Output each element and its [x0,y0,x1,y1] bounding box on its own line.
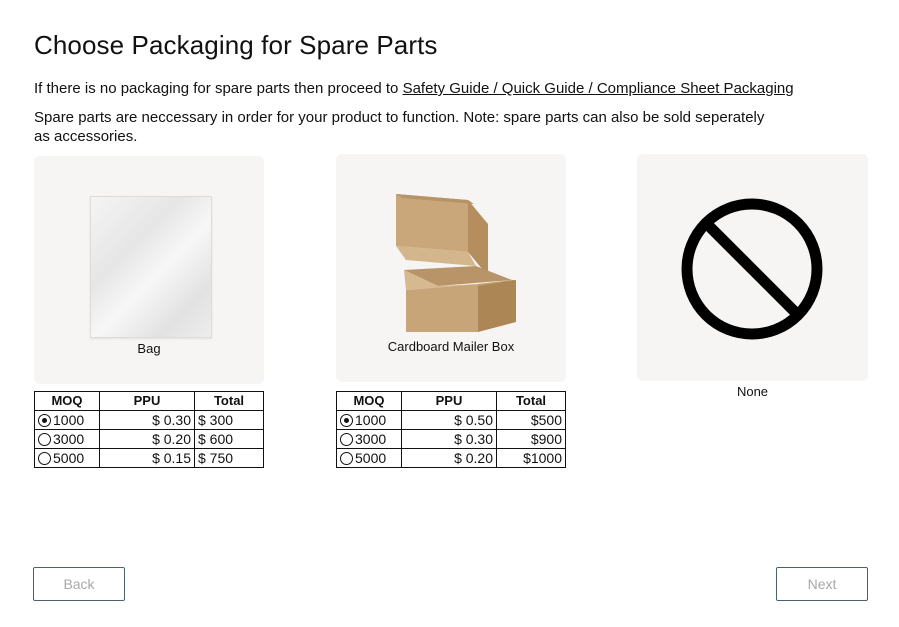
moq-cell[interactable]: 1000 [336,410,402,430]
moq-cell[interactable]: 5000 [34,448,100,468]
table-row[interactable]: 1000 $ 0.50 $500 [336,410,566,430]
column-header-total: Total [194,391,264,411]
total-cell: $1000 [496,448,566,468]
option-label-none: None [736,384,769,399]
table-row[interactable]: 3000 $ 0.30 $900 [336,429,566,449]
column-header-ppu: PPU [99,391,195,411]
description-text: Spare parts are neccessary in order for … [34,109,765,145]
moq-value: 1000 [53,412,85,428]
total-cell: $ 750 [194,448,264,468]
table-row[interactable]: 5000 $ 0.20 $1000 [336,448,566,468]
intro-prefix: If there is no packaging for spare parts… [34,80,399,97]
total-cell: $900 [496,429,566,449]
option-label-cardboard-box: Cardboard Mailer Box [387,339,515,354]
total-cell: $500 [496,410,566,430]
table-row[interactable]: 1000 $ 0.30 $ 300 [34,410,264,430]
radio-button[interactable] [38,433,51,446]
moq-value: 5000 [355,450,387,466]
moq-value: 3000 [355,431,387,447]
moq-cell[interactable]: 3000 [34,429,100,449]
moq-cell[interactable]: 5000 [336,448,402,468]
radio-button[interactable] [38,414,51,427]
radio-button[interactable] [340,452,353,465]
ppu-cell: $ 0.30 [99,410,195,430]
moq-cell[interactable]: 3000 [336,429,402,449]
back-button[interactable]: Back [33,567,125,601]
option-card-none[interactable] [637,154,868,381]
ppu-cell: $ 0.20 [99,429,195,449]
moq-value: 1000 [355,412,387,428]
moq-value: 3000 [53,431,85,447]
total-cell: $ 600 [194,429,264,449]
radio-button[interactable] [340,414,353,427]
moq-value: 5000 [53,450,85,466]
intro-text: If there is no packaging for spare parts… [34,80,794,97]
total-cell: $ 300 [194,410,264,430]
safety-guide-link[interactable]: Safety Guide / Quick Guide / Compliance … [403,80,794,97]
cardboard-box-image [396,194,516,332]
ppu-cell: $ 0.30 [401,429,497,449]
option-card-cardboard-box[interactable]: Cardboard Mailer Box [336,154,566,382]
option-card-bag[interactable]: Bag [34,156,264,384]
prohibited-icon [681,198,823,340]
plastic-bag-image [90,196,212,338]
option-label-bag: Bag [137,341,161,356]
table-row[interactable]: 5000 $ 0.15 $ 750 [34,448,264,468]
box-price-table: MOQ PPU Total 1000 $ 0.50 $500 3000 $ 0.… [336,391,566,468]
radio-button[interactable] [340,433,353,446]
bag-price-table: MOQ PPU Total 1000 $ 0.30 $ 300 3000 $ 0… [34,391,264,468]
column-header-total: Total [496,391,566,411]
next-button[interactable]: Next [776,567,868,601]
page-title: Choose Packaging for Spare Parts [34,30,438,60]
radio-button[interactable] [38,452,51,465]
ppu-cell: $ 0.15 [99,448,195,468]
ppu-cell: $ 0.50 [401,410,497,430]
moq-cell[interactable]: 1000 [34,410,100,430]
table-row[interactable]: 3000 $ 0.20 $ 600 [34,429,264,449]
column-header-moq: MOQ [336,391,402,411]
ppu-cell: $ 0.20 [401,448,497,468]
column-header-ppu: PPU [401,391,497,411]
column-header-moq: MOQ [34,391,100,411]
